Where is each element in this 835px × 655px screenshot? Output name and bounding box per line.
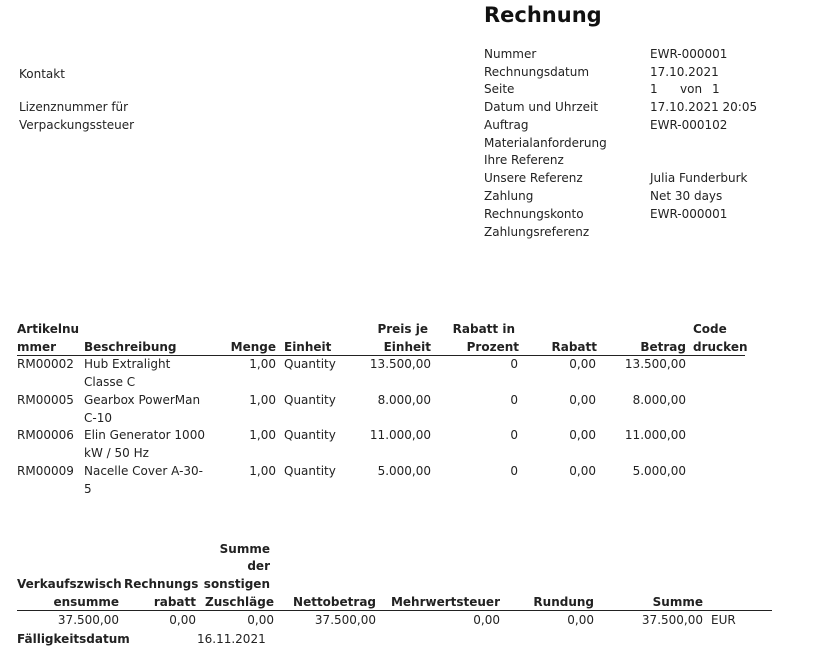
field-value-number: EWR-000001 <box>650 47 728 61</box>
totals-header-invoice-discount-line2: rabatt <box>153 595 196 609</box>
cell-discount-percent: 0 <box>510 428 518 442</box>
totals-value-total: 37.500,00 <box>641 613 703 627</box>
cell-item: RM00002 <box>17 357 74 371</box>
cell-item: RM00005 <box>17 393 74 407</box>
cell-discount: 0,00 <box>569 393 596 407</box>
totals-header-rounding: Rundung <box>533 595 594 609</box>
col-header-amount: Betrag <box>640 340 686 354</box>
cell-description: Gearbox PowerMan <box>84 393 201 407</box>
totals-header-divider <box>17 610 772 611</box>
col-header-discount-percent-line1: Rabatt in <box>452 322 515 336</box>
field-label-payment-reference: Zahlungsreferenz <box>484 225 590 239</box>
cell-price: 11.000,00 <box>369 428 431 442</box>
cell-description: Hub Extralight <box>84 357 171 371</box>
totals-header-other-line4: Zuschläge <box>205 595 274 609</box>
cell-discount-percent: 0 <box>510 393 518 407</box>
totals-value-other: 0,00 <box>247 613 274 627</box>
totals-header-subtotal-line2: ensumme <box>53 595 119 609</box>
document-title: Rechnung <box>484 3 602 27</box>
totals-value-invoice-discount: 0,00 <box>169 613 196 627</box>
field-value-datetime: 17.10.2021 20:05 <box>650 100 758 114</box>
field-label-our-reference: Unsere Referenz <box>484 171 583 185</box>
totals-value-rounding: 0,00 <box>567 613 594 627</box>
cell-quantity: 1,00 <box>249 428 276 442</box>
due-date-label: Fälligkeitsdatum <box>17 632 130 646</box>
cell-amount: 11.000,00 <box>624 428 686 442</box>
cell-unit: Quantity <box>284 464 336 478</box>
field-label-datetime: Datum und Uhrzeit <box>484 100 599 114</box>
field-label-payment: Zahlung <box>484 189 534 203</box>
col-header-price-line1: Preis je <box>377 322 428 336</box>
field-label-invoice-date: Rechnungsdatum <box>484 65 590 79</box>
col-header-discount-percent-line2: Prozent <box>466 340 519 354</box>
cell-description-line2: kW / 50 Hz <box>84 446 149 460</box>
cell-price: 5.000,00 <box>377 464 431 478</box>
field-value-order: EWR-000102 <box>650 118 728 132</box>
field-label-order: Auftrag <box>484 118 529 132</box>
col-header-item-line2: mmer <box>17 340 57 354</box>
cell-discount: 0,00 <box>569 428 596 442</box>
field-value-our-reference: Julia Funderburk <box>650 171 748 185</box>
col-header-unit: Einheit <box>284 340 332 354</box>
totals-value-subtotal: 37.500,00 <box>57 613 119 627</box>
col-header-description: Beschreibung <box>84 340 177 354</box>
license-label-line2: Verpackungssteuer <box>19 118 135 132</box>
cell-description-line2: Classe C <box>84 375 136 389</box>
field-value-invoice-date: 17.10.2021 <box>650 65 719 79</box>
col-header-discount: Rabatt <box>551 340 598 354</box>
cell-description: Elin Generator 1000 <box>84 428 205 442</box>
field-value-payment: Net 30 days <box>650 189 723 203</box>
field-label-material-request: Materialanforderung <box>484 136 607 150</box>
totals-value-net: 37.500,00 <box>314 613 376 627</box>
cell-item: RM00006 <box>17 428 74 442</box>
contact-label: Kontakt <box>19 67 65 81</box>
cell-description-line2: C-10 <box>84 411 112 425</box>
totals-header-subtotal-line1: Verkaufszwisch <box>17 577 122 591</box>
totals-header-invoice-discount-line1: Rechnungs <box>124 577 199 591</box>
totals-header-total: Summe <box>652 595 703 609</box>
totals-header-net: Nettobetrag <box>293 595 376 609</box>
totals-header-other-line2: der <box>247 559 270 573</box>
cell-unit: Quantity <box>284 428 336 442</box>
cell-unit: Quantity <box>284 393 336 407</box>
cell-discount-percent: 0 <box>510 464 518 478</box>
cell-quantity: 1,00 <box>249 464 276 478</box>
field-label-invoice-account: Rechnungskonto <box>484 207 584 221</box>
field-value-page: 1 <box>650 82 658 96</box>
field-label-page: Seite <box>484 82 515 96</box>
field-label-number: Nummer <box>484 47 537 61</box>
cell-discount: 0,00 <box>569 464 596 478</box>
totals-value-currency: EUR <box>711 613 736 627</box>
col-header-price-line2: Einheit <box>383 340 431 354</box>
col-header-code-line2: drucken <box>693 340 748 354</box>
due-date-value: 16.11.2021 <box>197 632 266 646</box>
cell-amount: 8.000,00 <box>632 393 686 407</box>
cell-description-line2: 5 <box>84 482 92 496</box>
cell-unit: Quantity <box>284 357 336 371</box>
col-header-item-line1: Artikelnu <box>17 322 80 336</box>
cell-discount: 0,00 <box>569 357 596 371</box>
cell-discount-percent: 0 <box>510 357 518 371</box>
cell-price: 13.500,00 <box>369 357 431 371</box>
totals-header-other-line1: Summe <box>219 542 270 556</box>
totals-header-vat: Mehrwertsteuer <box>390 595 500 609</box>
cell-amount: 5.000,00 <box>632 464 686 478</box>
col-header-code-line1: Code <box>693 322 727 336</box>
field-value-page-of: von <box>680 82 703 96</box>
cell-quantity: 1,00 <box>249 357 276 371</box>
totals-header-other-line3: sonstigen <box>203 577 270 591</box>
license-label-line1: Lizenznummer für <box>19 100 129 114</box>
field-value-page-total: 1 <box>712 82 720 96</box>
field-label-your-reference: Ihre Referenz <box>484 153 564 167</box>
col-header-quantity: Menge <box>230 340 276 354</box>
field-value-invoice-account: EWR-000001 <box>650 207 728 221</box>
cell-description: Nacelle Cover A-30- <box>84 464 204 478</box>
cell-amount: 13.500,00 <box>624 357 686 371</box>
cell-quantity: 1,00 <box>249 393 276 407</box>
cell-item: RM00009 <box>17 464 74 478</box>
totals-value-vat: 0,00 <box>473 613 500 627</box>
cell-price: 8.000,00 <box>377 393 431 407</box>
